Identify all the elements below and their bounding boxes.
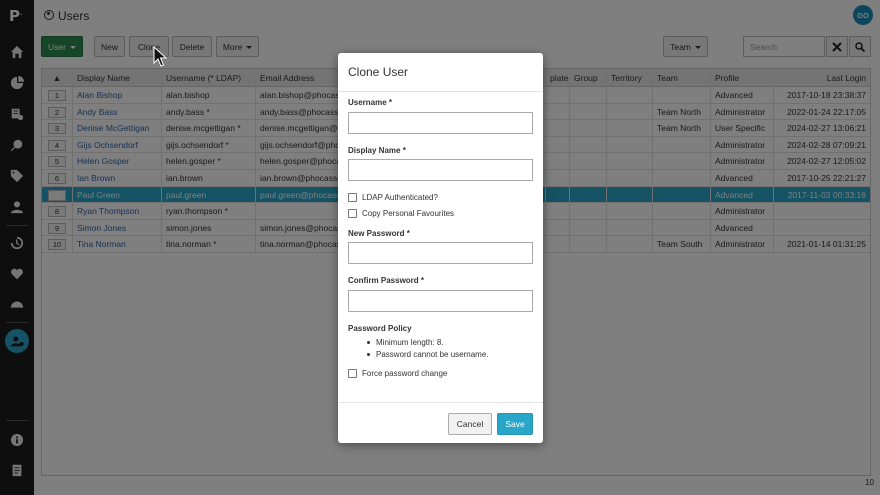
new-password-field[interactable]: [348, 242, 533, 264]
confirm-password-label: Confirm Password *: [348, 276, 425, 285]
force-change-label: Force password change: [362, 369, 448, 378]
password-policy-title: Password Policy: [348, 324, 412, 333]
username-field[interactable]: [348, 112, 533, 134]
ldap-label: LDAP Authenticated?: [362, 193, 438, 202]
copy-favourites-checkbox[interactable]: [348, 209, 357, 218]
clone-user-dialog: Clone User Username * Display Name * LDA…: [338, 53, 543, 443]
mouse-cursor-icon: [153, 46, 167, 67]
save-button[interactable]: Save: [497, 413, 533, 435]
dialog-title: Clone User: [348, 65, 409, 79]
ldap-checkbox[interactable]: [348, 193, 357, 202]
copy-favourites-label: Copy Personal Favourites: [362, 209, 455, 218]
force-change-checkbox[interactable]: [348, 369, 357, 378]
new-password-label: New Password *: [348, 229, 410, 238]
policy-item: Password cannot be username.: [376, 350, 489, 359]
display-name-field[interactable]: [348, 159, 533, 181]
username-label: Username *: [348, 98, 393, 107]
display-name-label: Display Name *: [348, 146, 406, 155]
confirm-password-field[interactable]: [348, 290, 533, 312]
policy-item: Minimum length: 8.: [376, 338, 444, 347]
cancel-button[interactable]: Cancel: [448, 413, 492, 435]
